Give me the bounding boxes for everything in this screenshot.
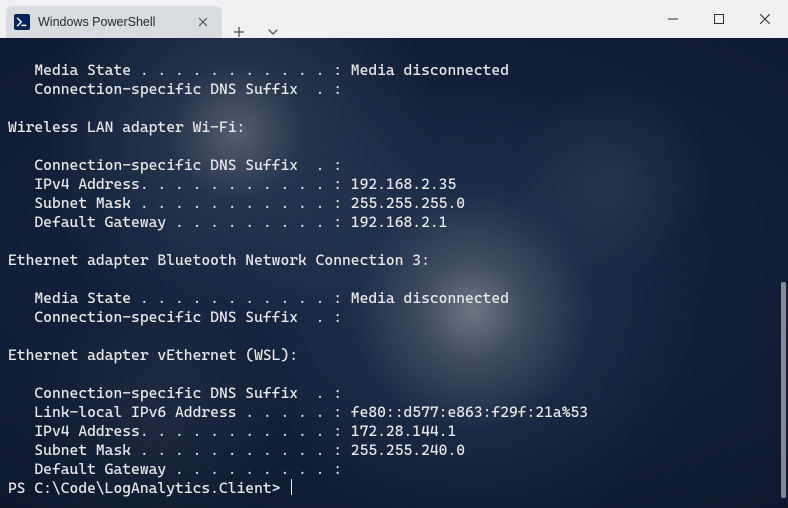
tab-title: Windows PowerShell bbox=[38, 15, 186, 29]
chevron-down-icon bbox=[267, 26, 279, 38]
prompt[interactable]: PS C:\Code\LogAnalytics.Client> bbox=[8, 479, 289, 497]
minimize-button[interactable] bbox=[650, 0, 696, 38]
terminal-area[interactable]: Media State . . . . . . . . . . . : Medi… bbox=[0, 38, 788, 508]
tab-powershell[interactable]: Windows PowerShell bbox=[6, 6, 222, 38]
cursor bbox=[291, 479, 292, 495]
maximize-button[interactable] bbox=[696, 0, 742, 38]
tab-dropdown-button[interactable] bbox=[256, 26, 290, 38]
close-button[interactable] bbox=[742, 0, 788, 38]
terminal-output[interactable]: Media State . . . . . . . . . . . : Medi… bbox=[0, 38, 788, 508]
titlebar[interactable]: Windows PowerShell bbox=[0, 0, 788, 38]
window-controls bbox=[650, 0, 788, 38]
tab-strip: Windows PowerShell bbox=[0, 0, 290, 38]
scrollbar-thumb[interactable] bbox=[781, 282, 786, 498]
tab-close-button[interactable] bbox=[192, 11, 214, 33]
window: Windows PowerShell bbox=[0, 0, 788, 508]
new-tab-button[interactable] bbox=[222, 26, 256, 38]
powershell-icon bbox=[14, 14, 30, 30]
